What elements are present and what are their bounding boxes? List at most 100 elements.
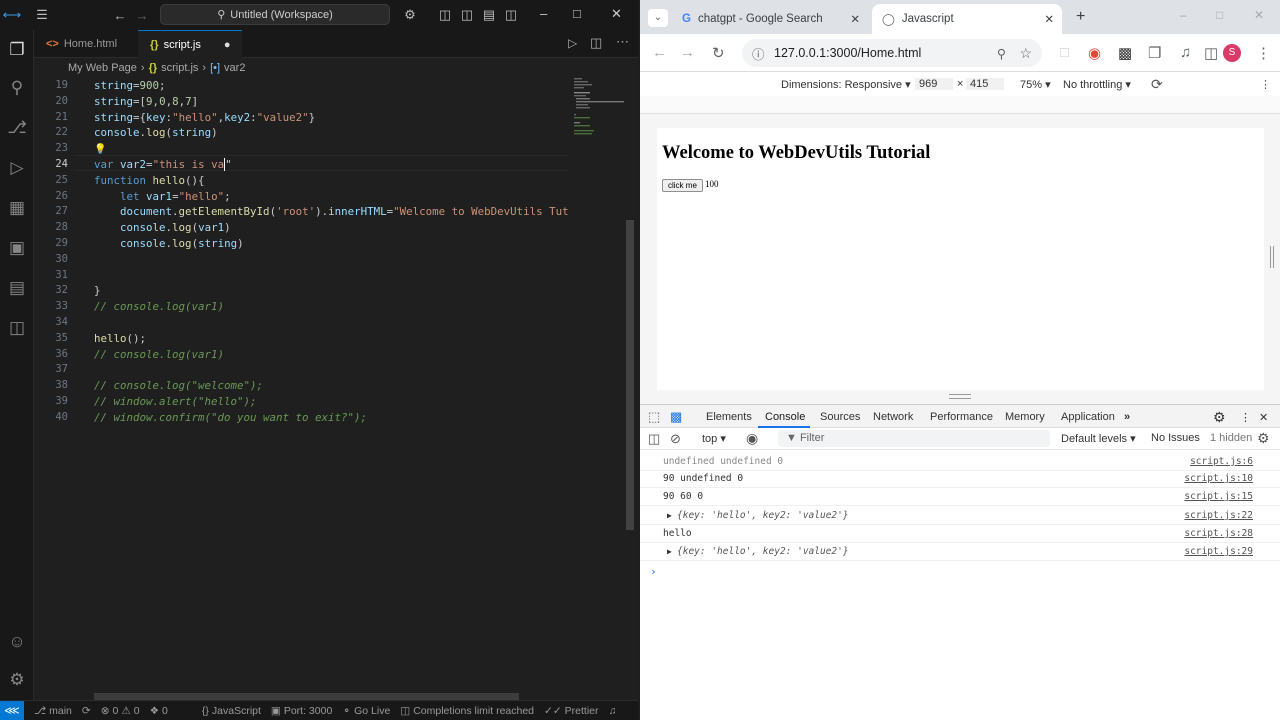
back-arrow-icon[interactable]: ← (108, 8, 132, 23)
gear-icon[interactable]: ⚙ (1213, 409, 1226, 426)
device-toggle-icon[interactable]: ▩ (670, 409, 682, 425)
copilot-icon[interactable]: ⚙ (398, 7, 422, 23)
sidebar-icon[interactable]: ◫ (1204, 44, 1218, 62)
source-link[interactable]: script.js:10 (1184, 470, 1253, 488)
more-options-icon[interactable]: ⋮ (1260, 78, 1271, 91)
maximize-icon[interactable]: □ (1216, 8, 1223, 22)
notes-extension-icon[interactable]: ▩ (1118, 44, 1132, 62)
copilot-status[interactable]: ◫ Completions limit reached (400, 705, 534, 717)
extension-icon[interactable]: □ (1060, 44, 1069, 61)
console-object[interactable]: {key: 'hello', key2: 'value2'} (677, 507, 849, 525)
source-link[interactable]: script.js:28 (1184, 525, 1253, 543)
remote-explorer-icon[interactable]: ▣ (0, 238, 34, 258)
code-editor[interactable]: string=900; string=[9,0,8,7] string={key… (94, 78, 569, 698)
tab-memory[interactable]: Memory (1005, 411, 1045, 423)
clear-console-icon[interactable]: ⊘ (670, 431, 681, 447)
tab-application[interactable]: Application (1061, 411, 1115, 423)
run-debug-icon[interactable]: ▷ (0, 158, 34, 178)
gear-icon[interactable]: ⚙ (0, 670, 34, 690)
console-output[interactable]: undefined undefined 0 script.js:6 90 unde… (640, 450, 1280, 720)
more-tabs-icon[interactable]: » (1124, 411, 1130, 423)
tab-console[interactable]: Console (765, 411, 805, 423)
log-levels-select[interactable]: Default levels ▾ (1061, 432, 1136, 445)
back-arrow-icon[interactable]: ← (652, 44, 667, 61)
run-icon[interactable]: ▷ (568, 36, 577, 50)
click-me-button[interactable]: click me (662, 179, 703, 192)
height-input[interactable]: 415 (966, 78, 1004, 90)
eye-icon[interactable]: ◉ (746, 430, 758, 447)
ports-status[interactable]: ❖ 0 (150, 705, 168, 717)
resize-handle-bottom[interactable] (949, 394, 971, 399)
tab-network[interactable]: Network (873, 411, 913, 423)
throttle-select[interactable]: No throttling ▾ (1063, 78, 1131, 91)
console-prompt-icon[interactable]: › (650, 565, 657, 578)
minimize-icon[interactable]: – (540, 6, 547, 21)
tab-sources[interactable]: Sources (820, 411, 860, 423)
tab-google-search[interactable]: G chatgpt - Google Search ✕ (672, 4, 868, 34)
source-link[interactable]: script.js:15 (1184, 488, 1253, 506)
forward-arrow-icon[interactable]: → (680, 44, 695, 61)
expand-triangle-icon[interactable]: ▶ (667, 543, 672, 561)
filter-input[interactable]: ▼ Filter (778, 430, 1050, 447)
book-icon[interactable]: ◫ (0, 318, 34, 338)
kebab-menu-icon[interactable]: ⋮ (1256, 44, 1271, 62)
close-icon[interactable]: ✕ (850, 12, 860, 26)
branch-status[interactable]: ⎇ main (34, 705, 72, 717)
sidebar-toggle-icon[interactable]: ◫ (648, 431, 660, 447)
editor-horizontal-scrollbar[interactable] (94, 693, 519, 700)
dimensions-select[interactable]: Dimensions: Responsive ▾ (781, 78, 911, 91)
resize-handle-right[interactable] (1270, 246, 1274, 268)
bookmark-star-icon[interactable]: ☆ (1019, 45, 1032, 62)
layout-panel-bottom-icon[interactable]: ▤ (477, 7, 501, 23)
sync-icon[interactable]: ⟳ (82, 705, 91, 717)
tab-script-js[interactable]: {} script.js ● (138, 30, 242, 58)
puzzle-icon[interactable]: ❐ (1148, 44, 1161, 62)
layout-secondary-icon[interactable]: ◫ (499, 7, 523, 23)
editor-scrollbar[interactable] (626, 220, 634, 530)
more-actions-icon[interactable]: ⋯ (616, 34, 629, 50)
source-link[interactable]: script.js:22 (1184, 507, 1253, 525)
go-live-button[interactable]: ⚬ Go Live (342, 705, 390, 717)
search-view-icon[interactable]: ⚲ (0, 78, 34, 98)
explorer-icon[interactable]: ❐ (0, 40, 34, 60)
source-control-icon[interactable]: ⎇ (0, 118, 34, 138)
tab-search-icon[interactable]: ⌄ (648, 9, 668, 27)
problems-status[interactable]: ⊗ 0 ⚠ 0 (101, 705, 140, 717)
unsaved-dot-icon[interactable]: ● (224, 39, 231, 51)
inspect-element-icon[interactable]: ⬚ (648, 409, 660, 425)
source-link[interactable]: script.js:29 (1184, 543, 1253, 561)
site-info-icon[interactable]: ⓘ (752, 44, 765, 63)
source-link[interactable]: script.js:6 (1190, 453, 1253, 471)
tab-home-html[interactable]: <> Home.html (34, 30, 129, 58)
zoom-select[interactable]: 75% ▾ (1020, 78, 1051, 91)
close-icon[interactable]: ✕ (1044, 12, 1054, 26)
bell-icon[interactable]: ♫ (608, 705, 616, 717)
maximize-icon[interactable]: □ (573, 6, 581, 21)
media-controls-icon[interactable]: ♫ (1180, 44, 1191, 61)
console-object[interactable]: {key: 'hello', key2: 'value2'} (677, 543, 849, 561)
reload-icon[interactable]: ↻ (712, 44, 725, 62)
layout-sidebar-icon[interactable]: ◫ (433, 7, 457, 23)
testing-icon[interactable]: ▤ (0, 278, 34, 298)
expand-triangle-icon[interactable]: ▶ (667, 507, 672, 525)
breadcrumb-symbol[interactable]: var2 (224, 62, 245, 74)
remote-icon[interactable]: ⋘ (0, 700, 24, 720)
port-status[interactable]: ▣ Port: 3000 (271, 705, 332, 717)
prettier-status[interactable]: ✓✓ Prettier (544, 705, 598, 717)
menu-icon[interactable]: ☰ (30, 7, 54, 23)
minimize-icon[interactable]: – (1180, 8, 1187, 22)
console-settings-icon[interactable]: ⚙ (1257, 430, 1270, 447)
rotate-icon[interactable]: ⟳ (1151, 76, 1163, 93)
color-extension-icon[interactable]: ◉ (1088, 44, 1101, 62)
extensions-icon[interactable]: ▦ (0, 198, 34, 218)
close-window-icon[interactable]: ✕ (1254, 8, 1264, 22)
close-icon[interactable]: ✕ (611, 6, 622, 22)
tab-performance[interactable]: Performance (930, 411, 993, 423)
lightbulb-icon[interactable]: 💡 (94, 144, 106, 155)
new-tab-icon[interactable]: + (1076, 8, 1085, 26)
tab-javascript[interactable]: ◯ Javascript ✕ (872, 4, 1062, 34)
address-bar[interactable]: ⓘ 127.0.0.1:3000/Home.html ⚲ ☆ (742, 39, 1042, 67)
width-input[interactable]: 969 (915, 78, 953, 90)
close-devtools-icon[interactable]: ✕ (1259, 411, 1268, 424)
command-center[interactable]: ⚲ Untitled (Workspace) (160, 4, 390, 25)
